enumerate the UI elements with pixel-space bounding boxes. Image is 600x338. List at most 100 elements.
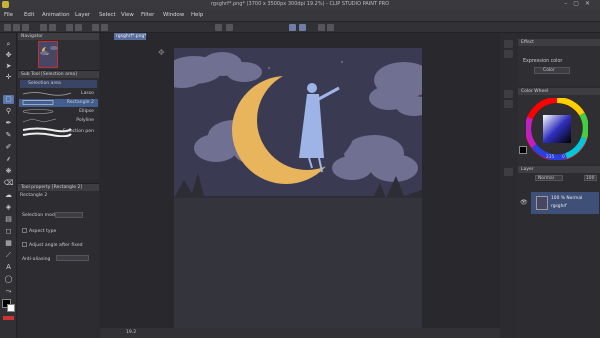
navigator-panel: Navigator: [18, 33, 99, 71]
deselect-icon[interactable]: [101, 24, 108, 31]
undo-icon[interactable]: [40, 24, 47, 31]
sub-color-swatch[interactable]: [7, 304, 15, 312]
layer-row[interactable]: 100 % Normal rgsghrf: [531, 192, 599, 214]
adjust-angle-row[interactable]: Adjust angle after fixed: [22, 242, 83, 248]
wheel-main-color[interactable]: [519, 146, 527, 154]
layout-icon[interactable]: [318, 24, 325, 31]
frame-tool-icon[interactable]: ▦: [3, 239, 14, 248]
expression-color-label: Expression color: [523, 59, 563, 64]
panel-toggle-icon[interactable]: [504, 40, 513, 48]
panel-toggle-icon-4[interactable]: [504, 100, 513, 108]
command-bar: [0, 22, 600, 33]
text-tool-icon[interactable]: A: [3, 263, 14, 272]
figure-tool-icon[interactable]: ◻: [3, 227, 14, 236]
menu-help[interactable]: Help: [191, 12, 203, 18]
panel-toggle-icon-2[interactable]: [504, 50, 513, 58]
window-controls[interactable]: –▢✕: [564, 0, 596, 7]
subtool-group-tab[interactable]: Selection area: [20, 80, 97, 88]
canvas[interactable]: [174, 48, 422, 332]
title-bar: rgsghrf*.png* (3700 x 3500px 300dpi 19.2…: [0, 0, 600, 9]
transform-icon[interactable]: [92, 24, 99, 31]
menu-view[interactable]: View: [121, 12, 134, 18]
airbrush-tool-icon[interactable]: ⸙: [3, 155, 14, 164]
snap-icon[interactable]: [215, 24, 222, 31]
ruler-icon[interactable]: [226, 24, 233, 31]
grid-icon[interactable]: [327, 24, 334, 31]
subtool-lasso[interactable]: Lasso: [19, 90, 98, 98]
subtool-header: Sub Tool [Selection area]: [18, 71, 99, 78]
fill-tool-icon[interactable]: ◈: [3, 203, 14, 212]
aspect-type-checkbox[interactable]: [22, 228, 27, 233]
gradient-tool-icon[interactable]: ▤: [3, 215, 14, 224]
redo-icon[interactable]: [49, 24, 56, 31]
blend-tool-icon[interactable]: ☁: [3, 191, 14, 200]
menu-file[interactable]: File: [4, 12, 13, 18]
transparent-color-icon[interactable]: [3, 316, 14, 320]
pencil-tool-icon[interactable]: ✎: [3, 131, 14, 140]
subtool-selection-pen-label: Selection pen: [62, 129, 94, 134]
selection-mode-buttons[interactable]: [55, 212, 83, 218]
move-tool-icon[interactable]: ✥: [3, 51, 14, 60]
expression-color-select[interactable]: Color: [534, 67, 570, 74]
new-icon[interactable]: [4, 24, 11, 31]
clear-icon[interactable]: [66, 24, 73, 31]
brush-tool-icon[interactable]: ✐: [3, 143, 14, 152]
save-icon[interactable]: [22, 24, 29, 31]
menu-select[interactable]: Select: [99, 12, 116, 18]
anti-aliasing-selector[interactable]: [56, 255, 89, 261]
decoration-tool-icon[interactable]: ❋: [3, 167, 14, 176]
zoom-tool-icon[interactable]: ⌕: [3, 40, 14, 49]
ruler-tool-icon[interactable]: ⟋: [3, 251, 14, 260]
correct-line-tool-icon[interactable]: ⤳: [3, 287, 14, 296]
snap-grid-icon[interactable]: [299, 24, 306, 31]
color-wheel-title: Color Wheel: [518, 88, 600, 95]
navigator-thumbnail[interactable]: [38, 41, 58, 68]
tool-palette: ⌕ ✥ ➤ ✛ ▢ ⚲ ✒ ✎ ✐ ⸙ ❋ ⌫ ☁ ◈ ▤ ◻ ▦ ⟋ A ◯ …: [0, 33, 17, 338]
layer-opacity[interactable]: 100: [584, 175, 597, 181]
panel-toggle-icon-5[interactable]: [504, 168, 513, 176]
operation-tool-icon[interactable]: ➤: [3, 62, 14, 71]
aspect-type-label: Aspect type: [29, 229, 57, 234]
subtool-panel: Sub Tool [Selection area] Selection area…: [18, 70, 99, 180]
subtool-rectangle-2[interactable]: Rectangle 2: [19, 99, 98, 107]
tool-property-header: Tool property [Rectangle 2]: [18, 184, 99, 191]
status-bar: 19.2: [100, 328, 500, 338]
selection-mode-label: Selection mode: [22, 213, 58, 218]
panel-toggle-icon-3[interactable]: [504, 90, 513, 98]
eraser-tool-icon[interactable]: ⌫: [3, 179, 14, 188]
canvas-move-cursor-icon: ✥: [158, 48, 165, 57]
aspect-type-row[interactable]: Aspect type: [22, 228, 56, 234]
menu-bar: File Edit Animation Layer Select View Fi…: [0, 9, 600, 22]
selection-tool-icon[interactable]: ▢: [3, 95, 14, 104]
layer-mode-label: 100 % Normal: [551, 196, 583, 201]
fill-icon[interactable]: [75, 24, 82, 31]
open-icon[interactable]: [13, 24, 20, 31]
blend-mode-select[interactable]: Normal: [535, 175, 563, 181]
subtool-selection-pen[interactable]: Selection pen: [19, 126, 98, 138]
move-layer-tool-icon[interactable]: ✛: [3, 73, 14, 82]
snap-ruler-icon[interactable]: [289, 24, 296, 31]
layer-name[interactable]: rgsghrf: [551, 204, 567, 209]
menu-layer[interactable]: Layer: [75, 12, 90, 18]
adjust-angle-label: Adjust angle after fixed: [29, 243, 83, 248]
color-wheel[interactable]: [526, 98, 588, 160]
menu-edit[interactable]: Edit: [24, 12, 34, 18]
subtool-ellipse-label: Ellipse: [79, 109, 94, 114]
zoom-level[interactable]: 19.2: [126, 330, 136, 335]
effect-title: Effect: [518, 39, 600, 46]
layer-visibility-icon[interactable]: 👁: [520, 199, 528, 206]
subtool-polyline[interactable]: Polyline: [19, 117, 98, 125]
pen-tool-icon[interactable]: ✒: [3, 119, 14, 128]
navigator-title: Navigator: [18, 33, 99, 40]
menu-window[interactable]: Window: [163, 12, 184, 18]
auto-select-tool-icon[interactable]: ⚲: [3, 107, 14, 116]
balloon-tool-icon[interactable]: ◯: [3, 275, 14, 284]
subtool-ellipse[interactable]: Ellipse: [19, 108, 98, 116]
menu-filter[interactable]: Filter: [141, 12, 154, 18]
adjust-angle-checkbox[interactable]: [22, 242, 27, 247]
menu-animation[interactable]: Animation: [42, 12, 69, 18]
hue-value: 235: [546, 155, 555, 160]
tool-property-panel: Tool property [Rectangle 2] Rectangle 2 …: [18, 183, 99, 338]
color-wheel-panel: Color Wheel 235 0: [518, 88, 600, 164]
document-tab[interactable]: rgsghrf*.png*: [114, 33, 147, 40]
